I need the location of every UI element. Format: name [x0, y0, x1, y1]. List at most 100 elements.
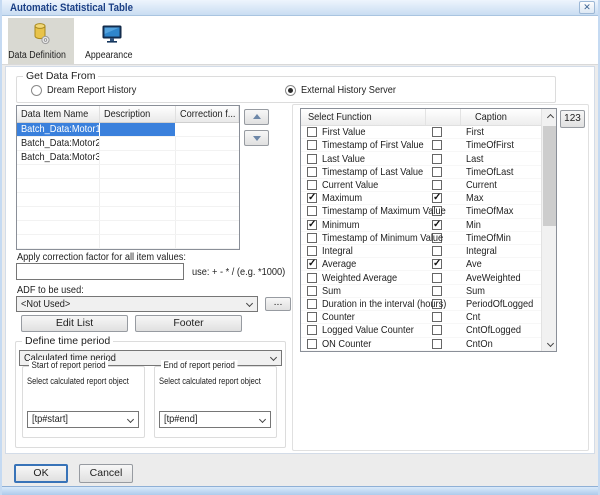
function-checkbox[interactable]: [307, 299, 317, 309]
function-row[interactable]: ✓ Minimum ✓ Min: [301, 219, 542, 232]
function-row[interactable]: Timestamp of Minimum ValueTimeOfMin: [301, 232, 542, 245]
caption-cell: Min: [461, 219, 542, 231]
function-row[interactable]: IntegralIntegral: [301, 245, 542, 258]
correction-input[interactable]: [16, 263, 184, 280]
move-up-button[interactable]: [244, 109, 269, 125]
table-row[interactable]: [17, 179, 239, 193]
footer-button[interactable]: Footer: [135, 315, 242, 332]
caption-checkbox[interactable]: [432, 127, 442, 137]
caption-checkbox-cell: ✓: [426, 259, 461, 269]
function-checkbox[interactable]: [307, 339, 317, 349]
caption-checkbox[interactable]: ✓: [432, 193, 442, 203]
function-checkbox[interactable]: ✓: [307, 259, 317, 269]
caption-checkbox[interactable]: [432, 273, 442, 283]
title-bar[interactable]: Automatic Statistical Table ✕: [2, 0, 598, 16]
function-checkbox[interactable]: [307, 140, 317, 150]
column-header[interactable]: Data Item Name: [17, 106, 100, 122]
caption-checkbox[interactable]: [432, 246, 442, 256]
function-checkbox[interactable]: [307, 206, 317, 216]
function-checkbox[interactable]: [307, 246, 317, 256]
function-row[interactable]: Logged Value Counter CntOfLogged: [301, 324, 542, 337]
start-period-dropdown[interactable]: [tp#start]: [27, 411, 139, 428]
function-row[interactable]: Current ValueCurrent: [301, 179, 542, 192]
function-checkbox[interactable]: [307, 312, 317, 322]
scroll-up-icon[interactable]: [542, 109, 557, 124]
function-row[interactable]: First ValueFirst: [301, 126, 542, 139]
adf-dropdown[interactable]: <Not Used>: [16, 296, 258, 312]
function-row[interactable]: Timestamp of Maximum ValueTimeOfMax: [301, 205, 542, 218]
cancel-button[interactable]: Cancel: [79, 464, 133, 483]
caption-checkbox[interactable]: ✓: [432, 220, 442, 230]
column-header[interactable]: Caption: [461, 109, 542, 125]
caption-cell: CntOfLogged: [461, 324, 542, 336]
function-label: Duration in the interval (hours): [322, 298, 446, 310]
function-cell: Logged Value Counter: [301, 324, 426, 336]
function-row[interactable]: ✓Maximum✓Max: [301, 192, 542, 205]
function-checkbox[interactable]: [307, 325, 317, 335]
caption-checkbox[interactable]: [432, 312, 442, 322]
table-row[interactable]: [17, 193, 239, 207]
function-checkbox[interactable]: ✓: [307, 193, 317, 203]
function-cell: ✓Average: [301, 258, 426, 270]
tab-appearance[interactable]: Appearance: [80, 18, 144, 64]
table-row[interactable]: [17, 207, 239, 221]
function-label: Minimum: [322, 219, 359, 231]
table-row[interactable]: Batch_Data:Motor2: [17, 137, 239, 151]
edit-list-button[interactable]: Edit List: [21, 315, 128, 332]
caption-checkbox[interactable]: [432, 325, 442, 335]
scrollbar-thumb[interactable]: [543, 126, 556, 226]
column-header[interactable]: [426, 109, 461, 125]
caption-checkbox[interactable]: [432, 140, 442, 150]
function-cell: Weighted Average: [301, 272, 426, 284]
end-period-dropdown[interactable]: [tp#end]: [159, 411, 271, 428]
function-row[interactable]: CounterCnt: [301, 311, 542, 324]
table-row[interactable]: [17, 221, 239, 235]
function-row[interactable]: Timestamp of Last ValueTimeOfLast: [301, 166, 542, 179]
radio-icon[interactable]: [31, 85, 42, 96]
radio-dream-report-history[interactable]: Dream Report History: [31, 84, 149, 96]
function-checkbox[interactable]: [307, 154, 317, 164]
function-list-scrollbar[interactable]: [541, 109, 556, 351]
function-checkbox[interactable]: [307, 286, 317, 296]
function-row[interactable]: Timestamp of First ValueTimeOfFirst: [301, 139, 542, 152]
function-row[interactable]: Last Value Last: [301, 152, 542, 165]
column-header[interactable]: Description: [100, 106, 175, 122]
column-header[interactable]: Correction f...: [176, 106, 239, 122]
table-row[interactable]: Batch_Data:Motor1: [17, 123, 239, 137]
caption-checkbox[interactable]: [432, 180, 442, 190]
scroll-down-icon[interactable]: [542, 336, 557, 351]
caption-checkbox[interactable]: [432, 154, 442, 164]
numeric-format-button[interactable]: 123: [560, 110, 585, 128]
function-checkbox[interactable]: [307, 273, 317, 283]
column-header[interactable]: Select Function: [301, 109, 426, 125]
close-icon[interactable]: ✕: [579, 1, 595, 14]
function-checkbox[interactable]: [307, 233, 317, 243]
caption-cell: Last: [461, 153, 542, 165]
caption-checkbox[interactable]: [432, 167, 442, 177]
radio-external-history-server[interactable]: External History Server: [285, 84, 409, 96]
function-cell: Last Value: [301, 153, 426, 165]
caption-checkbox[interactable]: [432, 339, 442, 349]
table-row[interactable]: [17, 235, 239, 249]
function-row[interactable]: Weighted AverageAveWeighted: [301, 271, 542, 284]
function-row[interactable]: SumSum: [301, 285, 542, 298]
data-items-table[interactable]: Data Item Name Description Correction f.…: [16, 105, 240, 250]
caption-checkbox[interactable]: ✓: [432, 259, 442, 269]
tab-data-definition[interactable]: Data Definition: [8, 18, 74, 64]
radio-icon[interactable]: [285, 85, 296, 96]
adf-browse-button[interactable]: ...: [265, 297, 291, 311]
function-checkbox[interactable]: [307, 180, 317, 190]
function-row[interactable]: ON CounterCntOn: [301, 338, 542, 351]
function-checkbox[interactable]: ✓: [307, 220, 317, 230]
table-row[interactable]: [17, 165, 239, 179]
function-list[interactable]: Select Function Caption First ValueFirst…: [300, 108, 557, 352]
table-row[interactable]: Batch_Data:Motor3: [17, 151, 239, 165]
function-row[interactable]: Duration in the interval (hours)PeriodOf…: [301, 298, 542, 311]
chevron-down-icon: [246, 300, 253, 307]
function-row[interactable]: ✓Average✓Ave: [301, 258, 542, 271]
move-down-button[interactable]: [244, 130, 269, 146]
caption-checkbox[interactable]: [432, 286, 442, 296]
ok-button[interactable]: OK: [14, 464, 68, 483]
function-checkbox[interactable]: [307, 127, 317, 137]
function-checkbox[interactable]: [307, 167, 317, 177]
